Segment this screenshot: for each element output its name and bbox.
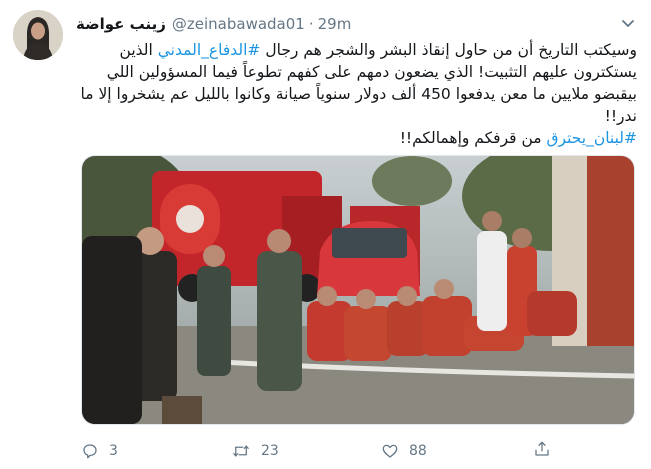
timestamp[interactable]: 29m [318, 15, 352, 33]
hashtag-link[interactable]: #الدفاع_المدني [158, 41, 261, 59]
avatar[interactable] [13, 10, 63, 60]
separator-dot: · [308, 15, 314, 33]
retweet-button[interactable]: 23 [231, 442, 381, 460]
tweet-photo[interactable] [81, 155, 635, 425]
tweet-card[interactable]: زينب عواضة @zeinabawada01 · 29m وسيكتب ا… [0, 0, 651, 469]
reply-icon [83, 444, 97, 459]
tweet-actions: 3 23 88 [81, 437, 561, 465]
reply-button[interactable]: 3 [81, 442, 231, 460]
tweet-paragraph-2: #لبنان_يحترق من قرفكم وإهمالكم!! [74, 127, 637, 149]
retweet-count: 23 [261, 443, 279, 459]
tweet-text: وسيكتب التاريخ أن من حاول إنقاذ البشر وا… [74, 39, 638, 149]
avatar-image [13, 10, 63, 60]
hashtag-link[interactable]: #لبنان_يحترق [547, 129, 638, 147]
tweet-text-part: من قرفكم وإهمالكم!! [399, 129, 547, 147]
reply-count: 3 [109, 443, 118, 459]
photo-firefighters-resting [82, 156, 634, 424]
display-name[interactable]: زينب عواضة [76, 15, 166, 33]
chevron-down-icon[interactable] [619, 14, 637, 32]
tweet-header: زينب عواضة @zeinabawada01 · 29m [76, 12, 611, 36]
heart-icon [382, 444, 398, 458]
tweet-text-part: وسيكتب التاريخ أن من حاول إنقاذ البشر وا… [260, 41, 637, 59]
share-button[interactable] [533, 440, 551, 462]
like-count: 88 [409, 443, 427, 459]
user-handle[interactable]: @zeinabawada01 [172, 15, 305, 33]
like-button[interactable]: 88 [381, 442, 531, 460]
tweet-paragraph-1: وسيكتب التاريخ أن من حاول إنقاذ البشر وا… [74, 39, 638, 127]
share-icon [535, 441, 549, 456]
retweet-icon [233, 445, 249, 457]
